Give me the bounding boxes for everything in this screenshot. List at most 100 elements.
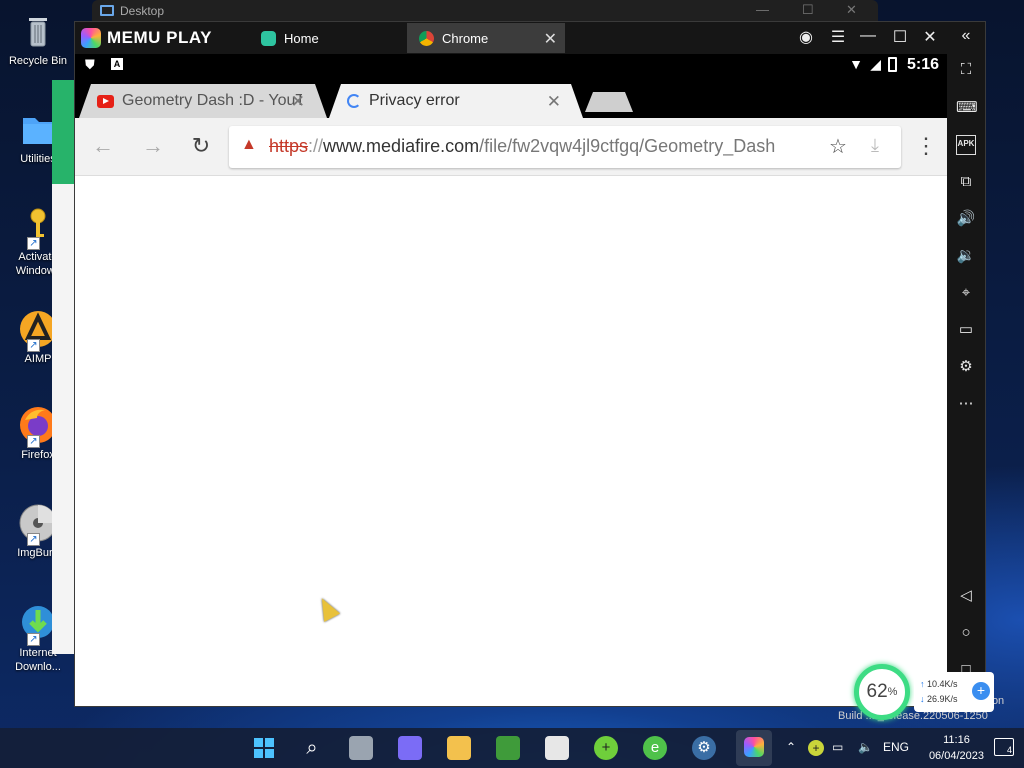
shortcut-arrow-icon: ↗ xyxy=(27,633,40,646)
clock-date: 06/04/2023 xyxy=(928,750,984,762)
memu-logo: MEMU PLAY xyxy=(81,28,212,48)
minimize-icon[interactable]: — xyxy=(857,27,879,45)
volume-down-icon[interactable]: 🔉 xyxy=(956,246,976,266)
chrome-toolbar: ← → ↻ ▲ https://www.mediafire.com/file/f… xyxy=(75,118,947,176)
cpu-gauge: 62% xyxy=(854,664,910,720)
desktop-icon-label: Recycle Bin xyxy=(8,55,68,67)
maximize-icon[interactable]: ☐ xyxy=(889,27,911,47)
url-text[interactable]: https://www.mediafire.com/file/fw2vqw4jl… xyxy=(269,136,821,157)
nvidia-icon[interactable] xyxy=(496,736,520,760)
memu-sidebar: ⛶ ⌨ APK ⧉ 🔊 🔉 ⌖ ▭ ⚙ ⋯ ◁ ○ □ xyxy=(947,54,985,706)
bookmark-star-icon[interactable]: ☆ xyxy=(829,134,847,159)
close-icon[interactable]: ✕ xyxy=(919,27,941,47)
background-window-title: Desktop xyxy=(120,4,165,18)
download-arrow-icon: ↓ xyxy=(920,694,925,704)
apk-icon[interactable]: APK xyxy=(956,135,976,155)
settings-app-icon[interactable]: ⚙ xyxy=(692,736,716,760)
desktop-icon-label: Firefox xyxy=(21,449,55,461)
minimize-icon[interactable]: — xyxy=(756,2,769,17)
url-host: www.mediafire.com xyxy=(323,136,480,156)
cpu-percent: 62 xyxy=(866,681,888,702)
upload-speed: 10.4K/s xyxy=(927,679,958,689)
desktop-icon-recycle-bin[interactable]: Recycle Bin xyxy=(4,10,72,68)
background-window-titlebar[interactable]: Desktop — ☐ ✕ xyxy=(92,0,878,22)
location-icon[interactable]: ⌖ xyxy=(956,283,976,303)
back-icon[interactable]: ◁ xyxy=(956,586,976,606)
download-icon[interactable]: ⤓ xyxy=(871,135,879,156)
file-explorer-icon[interactable] xyxy=(447,736,471,760)
desktop-icon-label: AIMP xyxy=(24,353,52,365)
reload-icon[interactable]: ↻ xyxy=(187,132,215,160)
network-widget[interactable]: 62% ↑ 10.4K/s ↓ 26.9K/s + xyxy=(848,660,998,722)
language-indicator[interactable]: ENG xyxy=(883,740,909,754)
forward-arrow-icon[interactable]: → xyxy=(139,132,167,160)
close-icon[interactable]: ✕ xyxy=(846,2,857,18)
chevron-up-icon[interactable]: ⌃ xyxy=(786,740,796,754)
notification-icon[interactable]: 4 xyxy=(994,738,1014,756)
android-screen: ⛊ A ▼ ◢ 5:16 Geometry Dash :D - YouT ✕ P… xyxy=(75,54,947,706)
desktop-window-icon xyxy=(100,5,114,16)
chrome-menu-icon[interactable]: ⋮ xyxy=(915,132,937,160)
shortcut-arrow-icon: ↗ xyxy=(27,339,40,352)
speaker-muted-icon[interactable]: 🔈 xyxy=(858,740,873,754)
tray-plus-icon[interactable]: + xyxy=(808,740,824,756)
volume-up-icon[interactable]: 🔊 xyxy=(956,209,976,229)
multi-instance-icon[interactable]: ⧉ xyxy=(956,172,976,192)
download-speed: 26.9K/s xyxy=(927,694,958,704)
clock-time: 11:16 xyxy=(943,734,970,746)
meet-icon[interactable] xyxy=(398,736,422,760)
search-icon[interactable]: ⌕ xyxy=(300,736,324,760)
account-icon[interactable]: ◉ xyxy=(795,27,817,47)
address-bar[interactable]: ▲ https://www.mediafire.com/file/fw2vqw4… xyxy=(229,126,901,168)
url-scheme: https xyxy=(269,136,309,156)
new-tab-button[interactable] xyxy=(585,92,633,112)
memu-logo-icon xyxy=(81,28,101,48)
menu-icon[interactable]: ☰ xyxy=(827,27,849,47)
url-separator: :// xyxy=(308,136,324,156)
chrome-tab-strip: Geometry Dash :D - YouT ✕ Privacy error … xyxy=(75,78,947,118)
background-app-strip xyxy=(52,80,74,184)
shortcut-arrow-icon: ↗ xyxy=(27,435,40,448)
fullscreen-icon[interactable]: ⛶ xyxy=(956,60,976,80)
chrome-tab-privacy-error[interactable]: Privacy error ✕ xyxy=(329,84,583,118)
tab-chrome[interactable]: Chrome ✕ xyxy=(407,23,565,53)
settings-icon[interactable]: ⚙ xyxy=(956,357,976,377)
loading-spinner-icon xyxy=(347,94,361,108)
memu-brand: MEMU PLAY xyxy=(107,28,212,47)
page-content xyxy=(75,176,947,706)
close-tab-icon[interactable]: ✕ xyxy=(547,92,561,112)
clock[interactable]: 11:16 06/04/2023 xyxy=(929,732,984,764)
memu-titlebar[interactable]: MEMU PLAY Home Chrome ✕ ◉ ☰ — ☐ ✕ « xyxy=(75,22,985,54)
browser-e-icon[interactable]: e xyxy=(643,736,667,760)
back-arrow-icon[interactable]: ← xyxy=(89,132,117,160)
tab-home[interactable]: Home xyxy=(249,23,407,53)
notification-count: 4 xyxy=(1006,745,1012,755)
plus-app-icon[interactable]: + xyxy=(594,736,618,760)
recycle-bin-icon xyxy=(17,10,59,52)
windows-start-icon[interactable] xyxy=(252,736,276,760)
keyboard-icon[interactable]: ⌨ xyxy=(956,98,978,118)
maximize-icon[interactable]: ☐ xyxy=(802,2,814,18)
add-icon[interactable]: + xyxy=(972,682,990,700)
close-tab-icon[interactable]: ✕ xyxy=(544,29,557,49)
folder-icon[interactable]: ▭ xyxy=(956,320,976,340)
desktop-icon-label: Utilities xyxy=(20,153,56,165)
memu-taskbar-icon xyxy=(744,737,764,757)
url-path: /file/fw2vqw4jl9ctfgq/Geometry_Dash xyxy=(479,136,776,156)
more-icon[interactable]: ⋯ xyxy=(956,394,976,414)
a-notification-icon: A xyxy=(111,58,123,70)
task-view-icon[interactable] xyxy=(349,736,373,760)
package-icon[interactable] xyxy=(545,736,569,760)
home-icon[interactable]: ○ xyxy=(956,623,976,643)
tab-label: Home xyxy=(284,30,319,46)
memu-taskbar-button[interactable] xyxy=(736,730,772,766)
display-icon[interactable]: ▭ xyxy=(832,740,843,754)
percent-sign: % xyxy=(887,686,898,698)
wifi-icon: ▼ xyxy=(849,56,863,72)
close-tab-icon[interactable]: ✕ xyxy=(291,92,305,112)
chrome-tab-title: Privacy error xyxy=(369,92,460,109)
warning-triangle-icon: ▲ xyxy=(241,136,257,153)
shortcut-arrow-icon: ↗ xyxy=(27,237,40,250)
chrome-tab-youtube[interactable]: Geometry Dash :D - YouT ✕ xyxy=(79,84,327,118)
collapse-sidebar-icon[interactable]: « xyxy=(955,27,977,45)
